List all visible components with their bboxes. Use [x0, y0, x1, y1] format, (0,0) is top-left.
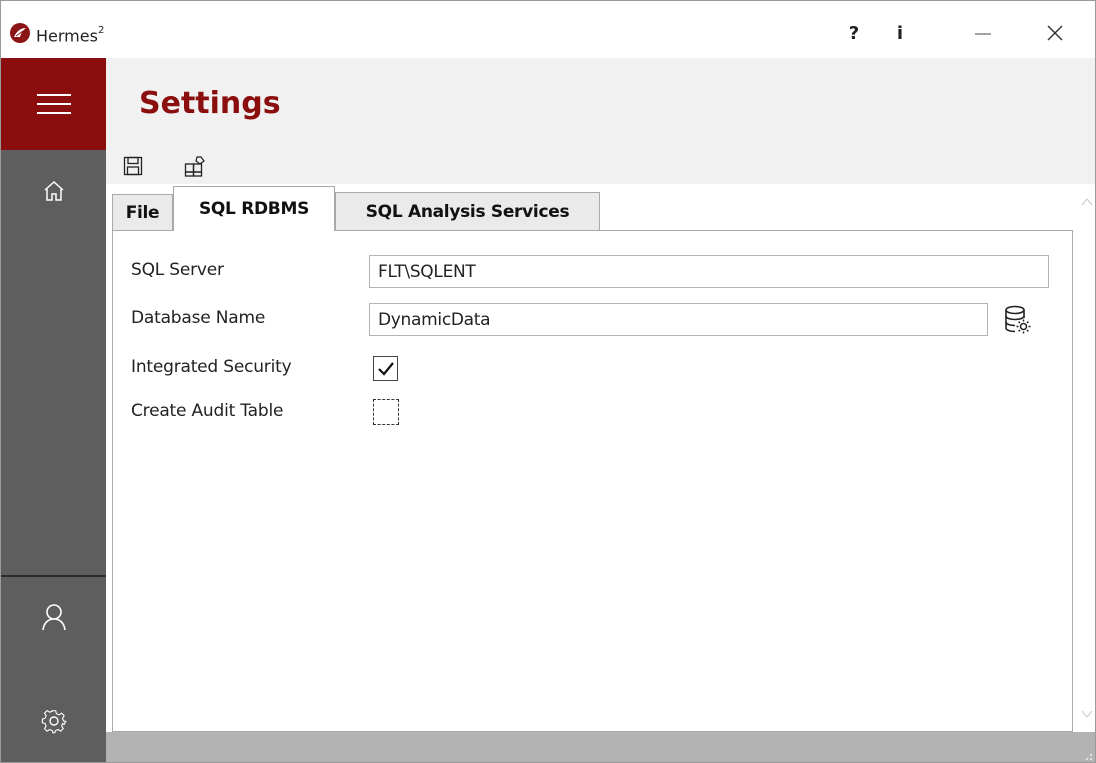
tab-file[interactable]: File — [112, 194, 173, 230]
app-logo-icon — [10, 23, 30, 43]
hamburger-menu-icon — [36, 94, 71, 114]
title-bar[interactable]: Hermes2 ? i — [1, 1, 1095, 58]
integrated-security-label: Integrated Security — [131, 357, 292, 377]
sidebar-item-user[interactable] — [1, 588, 106, 646]
save-button[interactable] — [120, 152, 146, 180]
help-icon: ? — [848, 22, 860, 44]
close-button[interactable] — [1033, 15, 1077, 51]
window-title: Hermes2 — [36, 21, 104, 48]
hamburger-menu-button[interactable] — [1, 58, 106, 150]
window-title-text: Hermes — [36, 26, 98, 46]
vertical-scrollbar[interactable] — [1079, 184, 1095, 732]
sidebar-item-home[interactable] — [1, 162, 106, 220]
page-header: Settings — [106, 58, 1095, 150]
info-button[interactable]: i — [889, 15, 911, 51]
save-icon — [123, 156, 143, 176]
home-icon — [44, 180, 63, 201]
sidebar-item-settings[interactable] — [1, 692, 106, 750]
info-icon: i — [896, 22, 904, 44]
sql-server-input[interactable] — [369, 255, 1049, 288]
page-title: Settings — [139, 86, 281, 121]
toolbar — [106, 150, 1095, 184]
database-settings-button[interactable] — [1001, 303, 1035, 337]
scroll-up-icon[interactable] — [1081, 197, 1093, 207]
minimize-button[interactable] — [963, 15, 1003, 51]
tab-strip: File SQL RDBMS SQL Analysis Services — [106, 184, 1079, 231]
tab-sql-rdbms[interactable]: SQL RDBMS — [173, 186, 335, 231]
scroll-down-icon[interactable] — [1081, 709, 1093, 719]
app-window: Hermes2 ? i Settings File SQL RDBMS SQL … — [0, 0, 1096, 763]
gear-icon — [41, 709, 67, 734]
minimize-icon — [975, 33, 991, 35]
resize-grip-icon[interactable] — [1081, 749, 1093, 761]
sql-server-label: SQL Server — [131, 260, 224, 280]
user-icon — [41, 604, 66, 631]
integrated-security-checkbox[interactable] — [373, 356, 398, 381]
create-audit-table-label: Create Audit Table — [131, 401, 284, 421]
help-button[interactable]: ? — [841, 15, 867, 51]
window-title-superscript: 2 — [97, 25, 105, 36]
sidebar — [1, 58, 106, 762]
close-icon — [1047, 25, 1063, 41]
create-audit-table-checkbox[interactable] — [373, 399, 399, 425]
database-settings-icon — [1005, 305, 1031, 334]
new-settings-button[interactable] — [182, 152, 208, 180]
checkmark-icon — [377, 361, 394, 376]
tab-sql-analysis-services[interactable]: SQL Analysis Services — [335, 192, 600, 230]
database-name-input[interactable] — [369, 303, 988, 336]
database-name-label: Database Name — [131, 308, 266, 328]
sidebar-divider — [1, 575, 106, 577]
new-settings-icon — [184, 156, 205, 177]
status-bar — [106, 732, 1095, 762]
